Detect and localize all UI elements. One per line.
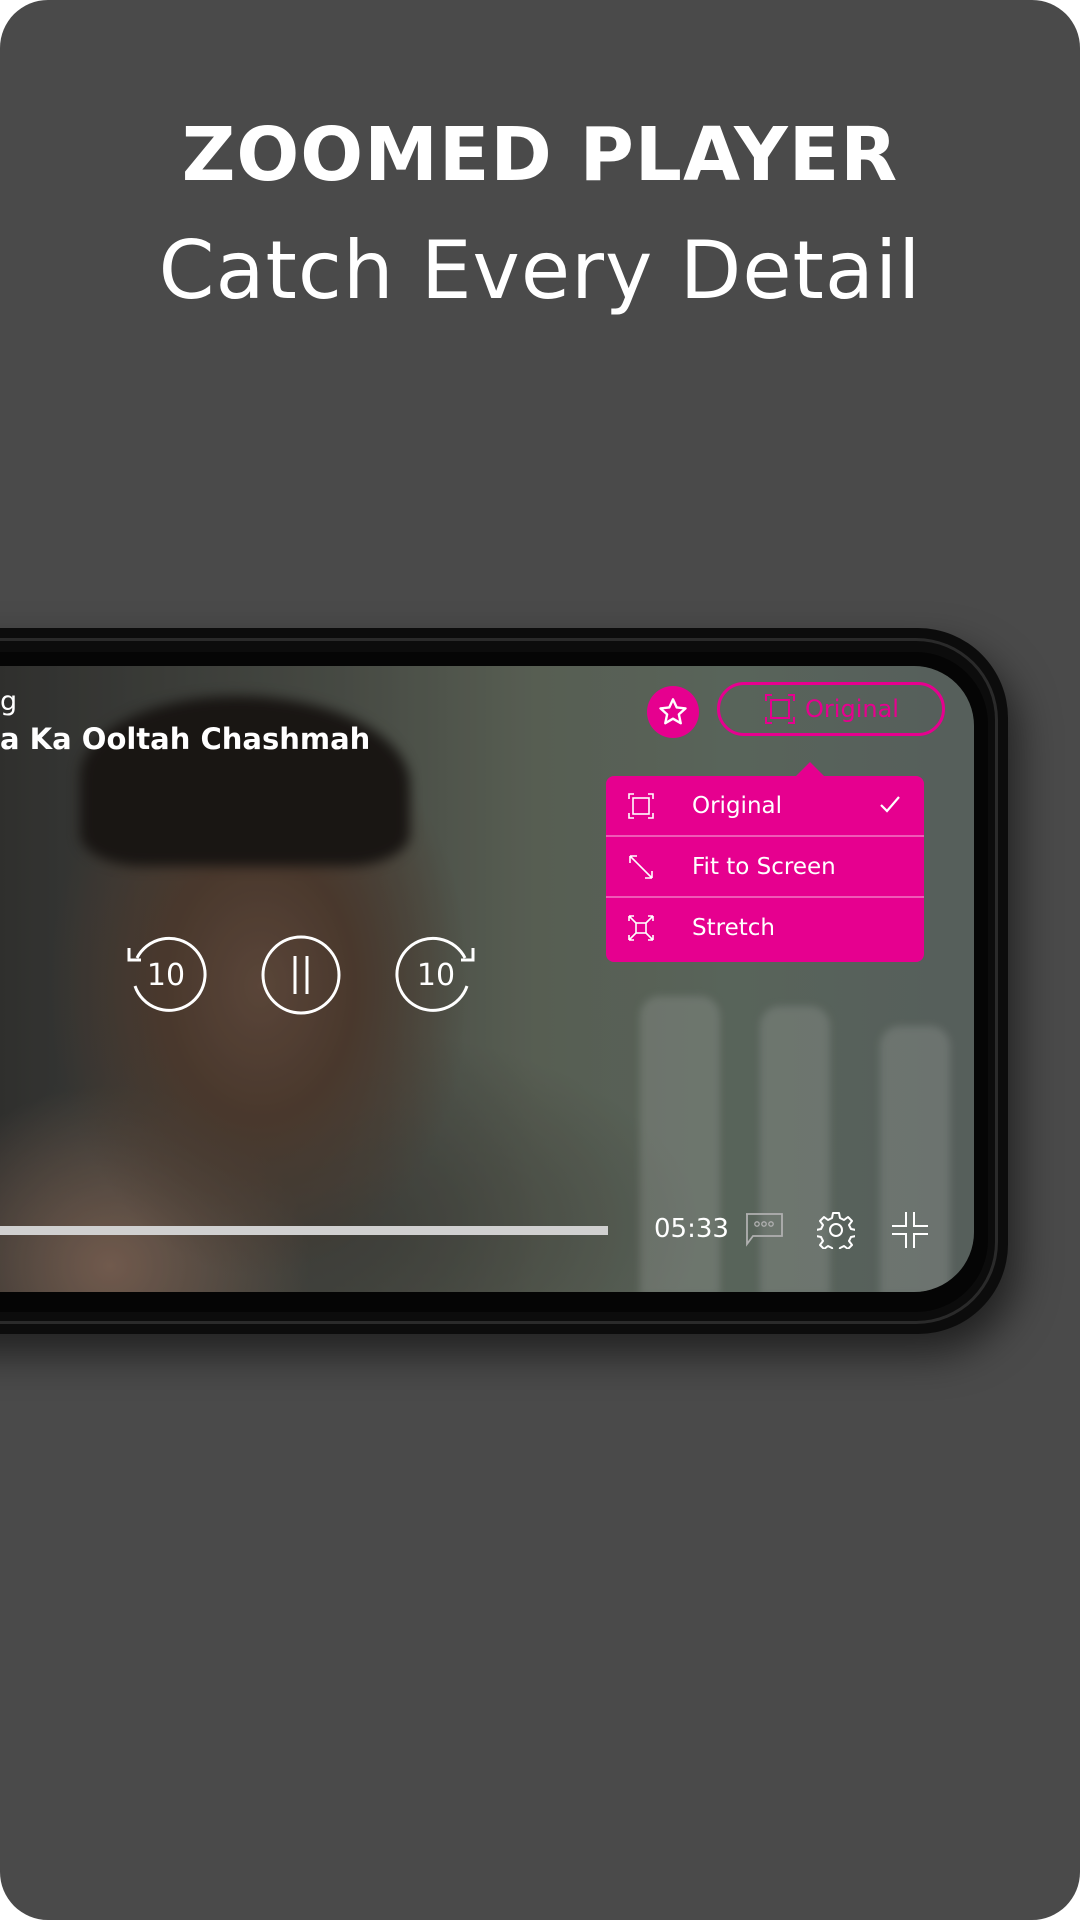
aspect-menu-caret xyxy=(796,762,824,776)
aspect-menu-item-label: Stretch xyxy=(692,914,775,941)
settings-button[interactable] xyxy=(816,1210,856,1250)
aspect-menu-item-label: Original xyxy=(692,792,783,819)
aspect-ratio-button[interactable]: Original xyxy=(717,682,945,736)
seek-bar[interactable] xyxy=(0,1226,608,1235)
show-title: a Ka Ooltah Chashmah xyxy=(0,722,371,756)
rewind-10-button[interactable]: 10 xyxy=(125,934,207,1016)
promo-subline: Catch Every Detail xyxy=(158,224,922,317)
favorite-button[interactable] xyxy=(647,686,699,738)
aspect-original-icon xyxy=(626,791,656,821)
forward-seconds: 10 xyxy=(416,957,456,993)
settings-gear-icon xyxy=(817,1212,855,1249)
subtitles-button[interactable] xyxy=(744,1210,784,1250)
forward-10-button[interactable]: 10 xyxy=(395,934,477,1016)
checkmark-icon xyxy=(878,792,902,822)
promo-headline: ZOOMED PLAYER xyxy=(181,112,899,198)
video-player[interactable]: g a Ka Ooltah Chashmah Original Original xyxy=(0,666,974,1292)
star-icon xyxy=(659,698,687,725)
aspect-ratio-label: Original xyxy=(805,695,899,723)
pause-button[interactable] xyxy=(260,934,342,1016)
fit-to-screen-icon xyxy=(626,852,656,882)
rewind-seconds: 10 xyxy=(146,957,186,993)
aspect-menu-item-stretch[interactable]: Stretch xyxy=(606,898,924,957)
aspect-menu-item-original[interactable]: Original xyxy=(606,776,924,835)
subtitles-icon xyxy=(746,1213,783,1247)
aspect-menu-item-fit-to-screen[interactable]: Fit to Screen xyxy=(606,837,924,896)
aspect-ratio-menu: Original Fit to Screen Stretch xyxy=(606,776,924,962)
stretch-icon xyxy=(626,913,656,943)
exit-fullscreen-button[interactable] xyxy=(890,1210,930,1250)
remaining-time: 05:33 xyxy=(654,1214,729,1244)
aspect-menu-item-label: Fit to Screen xyxy=(692,853,836,880)
aspect-original-icon xyxy=(765,694,796,724)
now-playing-label: g xyxy=(0,686,18,717)
exit-fullscreen-icon xyxy=(892,1212,928,1248)
promo-screen: ZOOMED PLAYER Catch Every Detail g a Ka … xyxy=(0,0,1080,1920)
pause-icon xyxy=(261,935,341,1015)
